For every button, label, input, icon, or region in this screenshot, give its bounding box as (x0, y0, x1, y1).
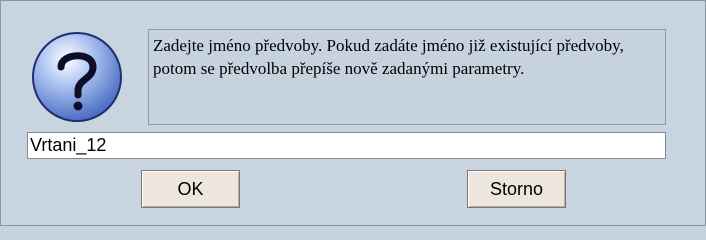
preset-name-input[interactable] (27, 132, 666, 159)
cancel-button[interactable]: Storno (467, 170, 566, 208)
ok-button[interactable]: OK (141, 170, 240, 208)
save-preset-dialog: Zadejte jméno předvoby. Pokud zadáte jmé… (0, 0, 706, 226)
dialog-message: Zadejte jméno předvoby. Pokud zadáte jmé… (148, 29, 666, 125)
question-mark-icon (31, 31, 123, 123)
